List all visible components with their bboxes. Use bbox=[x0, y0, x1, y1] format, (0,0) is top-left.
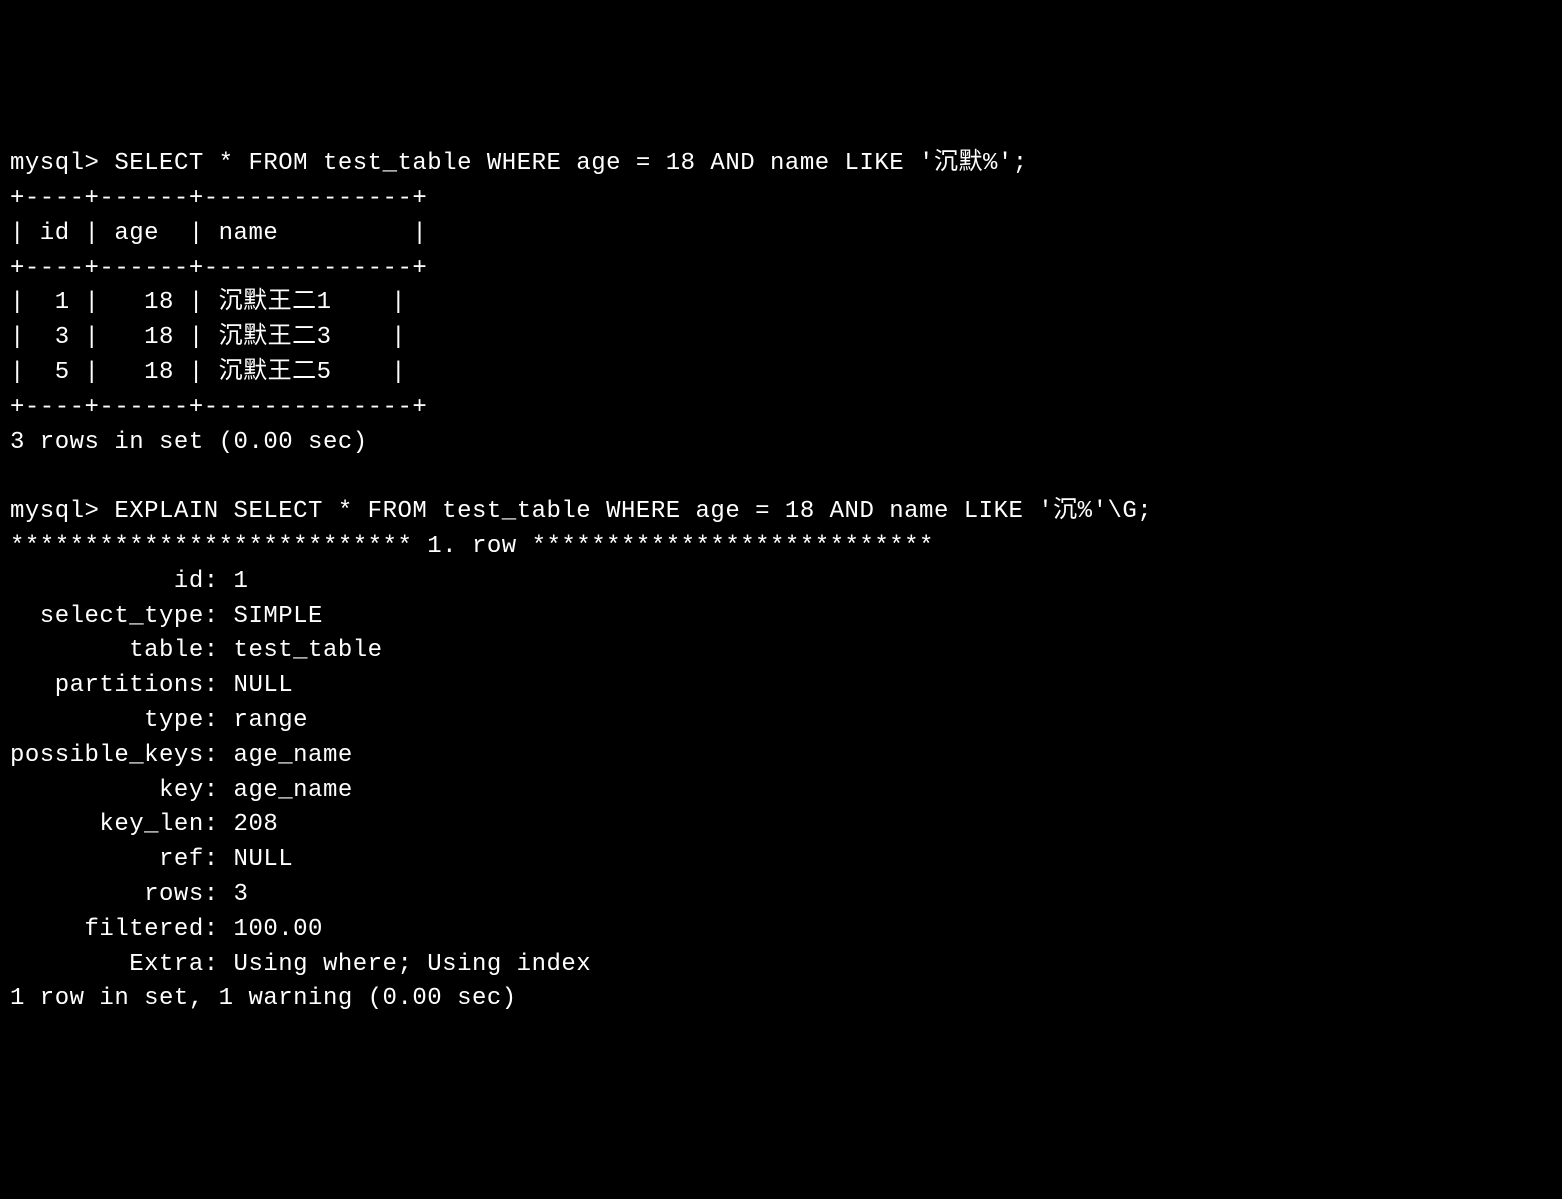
table-row: | 3 | 18 | 沉默王二3 | bbox=[10, 324, 406, 351]
query2-line: mysql> EXPLAIN SELECT * FROM test_table … bbox=[10, 498, 1152, 525]
sql-statement: EXPLAIN SELECT * FROM test_table WHERE a… bbox=[114, 498, 1152, 525]
table-row: | 1 | 18 | 沉默王二1 | bbox=[10, 289, 406, 316]
explain-field: filtered: 100.00 bbox=[10, 916, 323, 943]
sql-statement: SELECT * FROM test_table WHERE age = 18 … bbox=[114, 150, 1027, 177]
explain-row-header: *************************** 1. row *****… bbox=[10, 533, 934, 560]
explain-field: key_len: 208 bbox=[10, 811, 278, 838]
terminal-output: mysql> SELECT * FROM test_table WHERE ag… bbox=[10, 147, 1552, 1017]
table-border: +----+------+--------------+ bbox=[10, 255, 427, 282]
table-border: +----+------+--------------+ bbox=[10, 394, 427, 421]
explain-field: type: range bbox=[10, 707, 308, 734]
explain-field: possible_keys: age_name bbox=[10, 742, 353, 769]
explain-field: ref: NULL bbox=[10, 846, 293, 873]
table-header: | id | age | name | bbox=[10, 220, 427, 247]
explain-field: Extra: Using where; Using index bbox=[10, 951, 591, 978]
mysql-prompt: mysql> bbox=[10, 150, 114, 177]
explain-field: table: test_table bbox=[10, 637, 383, 664]
explain-field: id: 1 bbox=[10, 568, 248, 595]
explain-field: key: age_name bbox=[10, 777, 353, 804]
mysql-prompt: mysql> bbox=[10, 498, 114, 525]
query1-line: mysql> SELECT * FROM test_table WHERE ag… bbox=[10, 150, 1028, 177]
explain-field: rows: 3 bbox=[10, 881, 248, 908]
result-summary: 1 row in set, 1 warning (0.00 sec) bbox=[10, 985, 517, 1012]
explain-field: partitions: NULL bbox=[10, 672, 293, 699]
table-row: | 5 | 18 | 沉默王二5 | bbox=[10, 359, 406, 386]
explain-field: select_type: SIMPLE bbox=[10, 603, 323, 630]
table-border: +----+------+--------------+ bbox=[10, 185, 427, 212]
result-summary: 3 rows in set (0.00 sec) bbox=[10, 429, 368, 456]
